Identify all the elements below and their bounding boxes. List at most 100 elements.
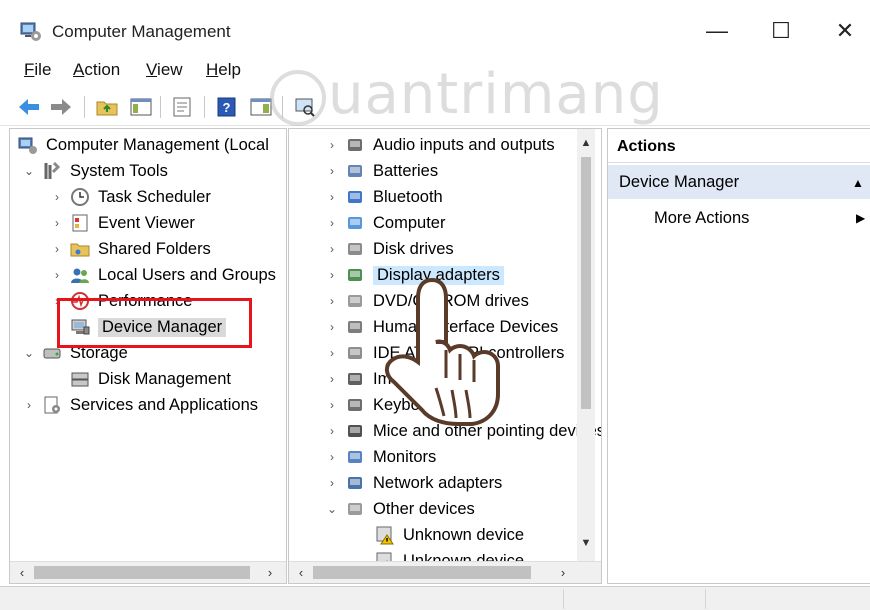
chevron-right-icon[interactable]: › — [325, 372, 339, 386]
device-category[interactable]: › Network adapters — [325, 471, 502, 495]
device-item[interactable]: Unknown device — [375, 523, 524, 547]
chevron-right-icon[interactable]: › — [325, 242, 339, 256]
scroll-right-icon[interactable]: › — [555, 564, 571, 580]
more-actions-item[interactable]: More Actions — [654, 209, 749, 228]
chevron-right-icon[interactable]: › — [22, 398, 36, 412]
up-folder-icon[interactable] — [94, 94, 120, 120]
chevron-right-icon[interactable]: › — [325, 424, 339, 438]
menu-help[interactable]: Help — [206, 60, 241, 80]
other-devices-icon — [345, 499, 365, 519]
maximize-button[interactable]: ☐ — [758, 14, 804, 48]
device-category-label: Disk drives — [373, 239, 454, 258]
chevron-right-icon[interactable]: › — [325, 216, 339, 230]
device-category-label: Network adapters — [373, 473, 503, 492]
scroll-up-icon[interactable]: ▲ — [578, 135, 594, 151]
device-category[interactable]: › Computer — [325, 211, 445, 235]
device-horizontal-scrollbar[interactable]: ‹ › — [289, 561, 601, 583]
device-category[interactable]: › Display adapters — [325, 263, 504, 287]
bluetooth-icon — [345, 187, 365, 207]
chevron-right-icon[interactable]: › — [325, 476, 339, 490]
toolbar: ? — [0, 88, 870, 126]
actions-title: Actions — [617, 138, 676, 155]
tree-label: Disk Management — [98, 369, 231, 388]
device-category[interactable]: › Imaging devices — [325, 367, 492, 391]
back-arrow-icon[interactable] — [16, 94, 42, 120]
menu-view[interactable]: View — [146, 60, 183, 80]
scroll-down-icon[interactable]: ▼ — [578, 535, 594, 551]
mouse-icon — [345, 421, 365, 441]
chevron-right-icon[interactable]: › — [325, 450, 339, 464]
chevron-right-icon[interactable]: › — [50, 268, 64, 282]
show-hide-tree-icon[interactable] — [128, 94, 154, 120]
device-category-label: Human Interface Devices — [373, 317, 559, 336]
tree-item-services-applications[interactable]: › Services and Applications — [22, 393, 258, 417]
chevron-right-icon[interactable]: › — [325, 346, 339, 360]
tree-item-task-scheduler[interactable]: › Task Scheduler — [50, 185, 211, 209]
chevron-right-icon[interactable]: › — [325, 320, 339, 334]
tree-label: Shared Folders — [98, 239, 211, 258]
tree-root-label: Computer Management (Local — [46, 135, 269, 154]
chevron-right-icon[interactable]: › — [50, 242, 64, 256]
minimize-button[interactable]: — — [694, 14, 740, 48]
chevron-right-icon[interactable]: › — [325, 164, 339, 178]
tree-label: Services and Applications — [70, 395, 259, 414]
scan-hardware-icon[interactable] — [292, 94, 318, 120]
tree-item-system-tools[interactable]: ⌄ System Tools — [22, 159, 168, 183]
chevron-down-icon[interactable]: ⌄ — [325, 502, 339, 516]
device-category[interactable]: › Monitors — [325, 445, 436, 469]
disk-management-icon — [70, 369, 90, 389]
tree-item-disk-management[interactable]: Disk Management — [70, 367, 231, 391]
close-button[interactable]: ✕ — [822, 14, 868, 48]
device-category[interactable]: › DVD/CD-ROM drives — [325, 289, 529, 313]
device-category[interactable]: › Audio inputs and outputs — [325, 133, 555, 157]
show-action-pane-icon[interactable] — [248, 94, 274, 120]
tree-label: Task Scheduler — [98, 187, 211, 206]
scroll-thumb[interactable] — [313, 566, 531, 579]
menu-action[interactable]: Action — [73, 60, 120, 80]
scroll-left-icon[interactable]: ‹ — [293, 564, 309, 580]
device-category[interactable]: ⌄ Other devices — [325, 497, 475, 521]
device-category-label: Keyboards — [373, 395, 452, 414]
tree-item-local-users[interactable]: › Local Users and Groups — [50, 263, 276, 287]
actions-section-device-manager[interactable]: Device Manager ▲ — [608, 165, 870, 199]
scroll-thumb[interactable] — [34, 566, 250, 579]
dvd-drive-icon — [345, 291, 365, 311]
ide-controller-icon — [345, 343, 365, 363]
device-category[interactable]: › Batteries — [325, 159, 438, 183]
chevron-right-icon[interactable]: › — [50, 190, 64, 204]
chevron-down-icon[interactable]: ⌄ — [22, 164, 36, 178]
device-category[interactable]: › Mice and other pointing devices — [325, 419, 601, 443]
chevron-down-icon[interactable]: ⌄ — [22, 346, 36, 360]
device-category-label: Computer — [373, 213, 446, 232]
left-horizontal-scrollbar[interactable]: ‹ › — [10, 561, 286, 583]
menu-file[interactable]: File — [24, 60, 51, 80]
properties-icon[interactable] — [170, 94, 196, 120]
collapse-triangle-icon[interactable]: ▲ — [852, 176, 864, 190]
device-category[interactable]: › IDE ATA/ATAPI controllers — [325, 341, 564, 365]
scroll-thumb[interactable] — [581, 157, 591, 409]
device-category-label: Bluetooth — [373, 187, 443, 206]
forward-arrow-icon[interactable] — [48, 94, 74, 120]
device-category[interactable]: › Human Interface Devices — [325, 315, 558, 339]
chevron-right-icon[interactable]: › — [50, 216, 64, 230]
tree-item-shared-folders[interactable]: › Shared Folders — [50, 237, 211, 261]
audio-icon — [345, 135, 365, 155]
status-bar — [0, 586, 870, 610]
chevron-right-icon[interactable]: › — [325, 190, 339, 204]
scroll-right-icon[interactable]: › — [262, 564, 278, 580]
tree-item-event-viewer[interactable]: › Event Viewer — [50, 211, 195, 235]
tree-root-computer-management[interactable]: Computer Management (Local — [18, 133, 269, 157]
device-vertical-scrollbar[interactable]: ▲ ▼ — [577, 129, 595, 561]
computer-management-icon — [20, 20, 42, 42]
tree-label: Event Viewer — [98, 213, 195, 232]
chevron-right-icon[interactable]: › — [325, 294, 339, 308]
scroll-left-icon[interactable]: ‹ — [14, 564, 30, 580]
device-category[interactable]: › Keyboards — [325, 393, 452, 417]
help-icon[interactable]: ? — [214, 94, 240, 120]
device-category-label: Monitors — [373, 447, 437, 466]
chevron-right-icon[interactable]: › — [325, 268, 339, 282]
device-category[interactable]: › Bluetooth — [325, 185, 443, 209]
chevron-right-icon[interactable]: › — [325, 398, 339, 412]
device-category[interactable]: › Disk drives — [325, 237, 454, 261]
chevron-right-icon[interactable]: › — [325, 138, 339, 152]
